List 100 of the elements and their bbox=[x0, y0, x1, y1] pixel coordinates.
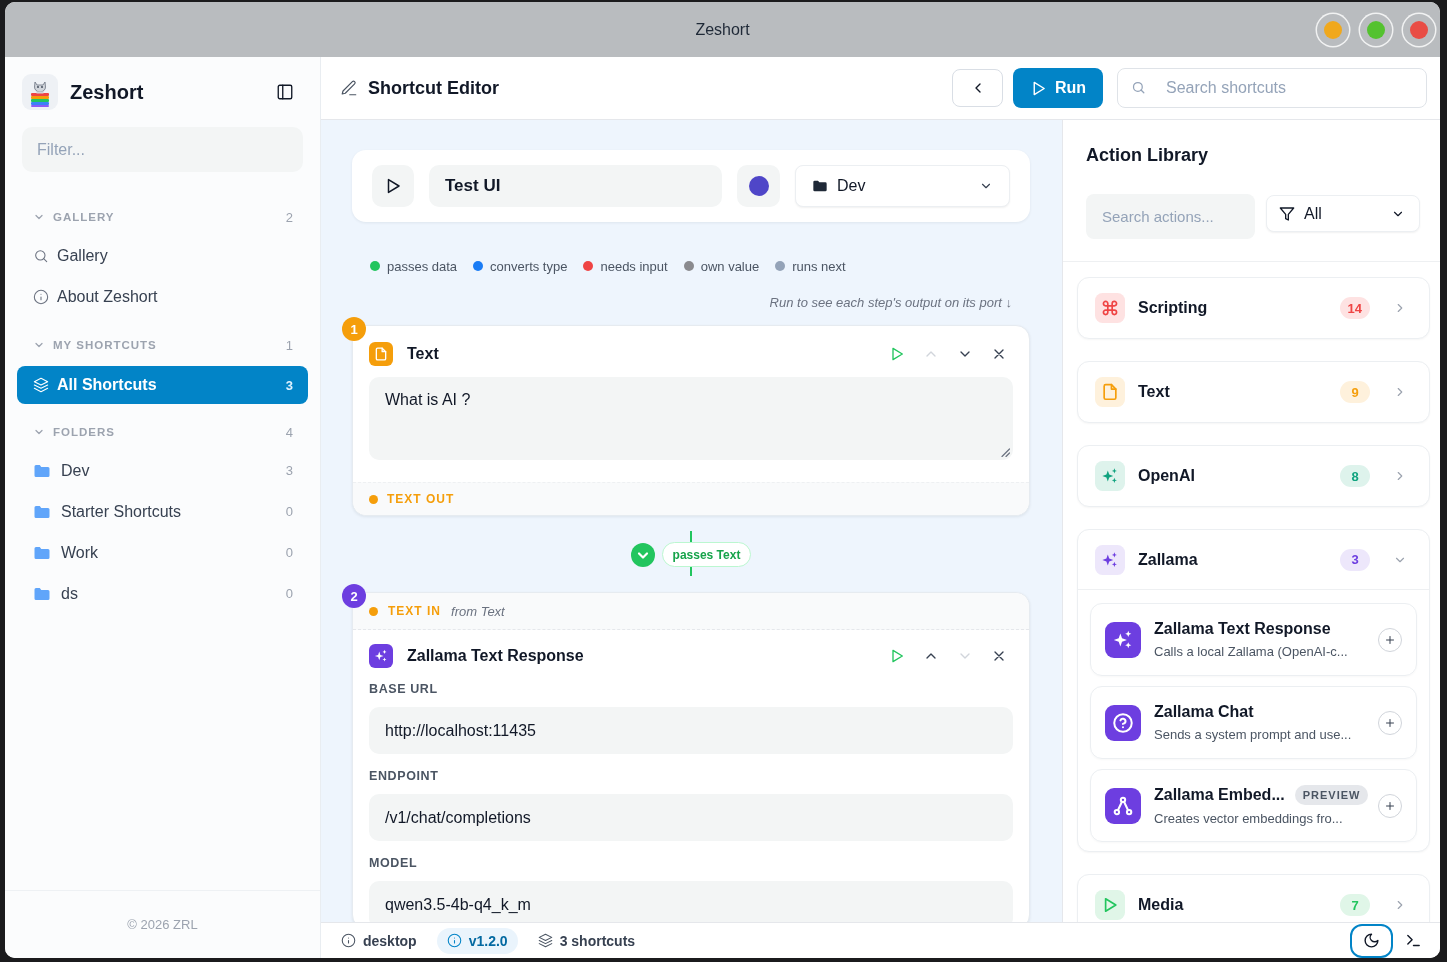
status-label: 3 shortcuts bbox=[559, 932, 636, 949]
item-count: 0 bbox=[285, 545, 293, 560]
sparkles-icon bbox=[369, 644, 393, 668]
preview-tag: PREVIEW bbox=[1294, 785, 1369, 805]
text-area[interactable]: What is AI ? bbox=[369, 377, 1013, 460]
play-icon bbox=[889, 648, 905, 664]
item-count: 3 bbox=[285, 377, 293, 393]
color-picker-button[interactable] bbox=[737, 165, 780, 207]
layers-icon bbox=[537, 933, 553, 948]
action-description: Sends a system prompt and use... bbox=[1154, 727, 1353, 742]
sparkles-icon bbox=[1095, 544, 1125, 575]
text-field[interactable]: /v1/chat/completions bbox=[369, 794, 1013, 841]
category-count: 9 bbox=[1340, 381, 1370, 403]
question-icon bbox=[1105, 704, 1141, 741]
folder-dropdown[interactable]: Dev bbox=[795, 165, 1010, 207]
app-name: Zeshort bbox=[70, 80, 145, 104]
port-label: TEXT IN bbox=[388, 604, 441, 618]
legend-label: runs next bbox=[792, 258, 846, 274]
port-source: from Text bbox=[451, 603, 505, 619]
field-label: MODEL bbox=[369, 855, 419, 871]
category-header[interactable]: Scripting 14 bbox=[1078, 278, 1429, 338]
terminal-button[interactable] bbox=[1405, 932, 1422, 949]
search-field[interactable]: Search shortcuts bbox=[1117, 68, 1427, 108]
panel-title: Action Library bbox=[1086, 144, 1210, 167]
category-count: 8 bbox=[1340, 465, 1370, 487]
plus-icon bbox=[1384, 716, 1396, 729]
document-icon bbox=[369, 342, 393, 366]
section-count: 2 bbox=[285, 209, 293, 225]
filter-dropdown[interactable]: All bbox=[1266, 195, 1420, 232]
resize-grip-icon bbox=[1001, 448, 1010, 457]
document-icon bbox=[1095, 377, 1125, 407]
moon-icon bbox=[1363, 932, 1380, 949]
plus-icon bbox=[1384, 633, 1396, 646]
sidebar-item[interactable]: About Zeshort bbox=[5, 276, 320, 317]
category-header[interactable]: Text 9 bbox=[1078, 362, 1429, 422]
name-field[interactable]: Test UI bbox=[429, 165, 722, 207]
layers-icon bbox=[33, 377, 49, 393]
hint-text: Run to see each step's output on its port ↓ bbox=[769, 295, 1012, 311]
category-count: 7 bbox=[1340, 894, 1370, 916]
legend-label: converts type bbox=[490, 258, 568, 274]
category-header[interactable]: Media 7 bbox=[1078, 875, 1429, 922]
play-button[interactable] bbox=[372, 165, 414, 207]
folder-icon bbox=[812, 178, 828, 194]
port-label: TEXT OUT bbox=[387, 492, 455, 506]
step-number: 2 bbox=[342, 584, 366, 608]
section-count: 1 bbox=[285, 337, 293, 353]
window-title: Zeshort bbox=[695, 20, 750, 39]
command-icon bbox=[1095, 293, 1125, 323]
action-name: Zallama Chat bbox=[1154, 703, 1254, 721]
page-title: Shortcut Editor bbox=[368, 77, 500, 99]
plus-icon bbox=[1384, 799, 1396, 812]
action-description: Creates vector embeddings fro... bbox=[1154, 811, 1344, 826]
field-label: BASE URL bbox=[369, 681, 439, 697]
filter-field[interactable]: Filter... bbox=[22, 127, 303, 172]
sidebar-item[interactable]: ds 0 bbox=[5, 573, 320, 614]
sidebar-item[interactable]: Gallery bbox=[5, 235, 320, 276]
action-card[interactable]: Zallama Chat Sends a system prompt and use... bbox=[1090, 686, 1417, 759]
theme-toggle-button[interactable] bbox=[1350, 923, 1393, 958]
connector-label: passes Text bbox=[661, 542, 752, 567]
legend-label: needs input bbox=[600, 258, 668, 274]
status-label: desktop bbox=[363, 932, 417, 949]
sidebar-item[interactable]: All Shortcuts 3 bbox=[17, 366, 308, 404]
run-step-button[interactable] bbox=[889, 648, 905, 664]
run-step-button[interactable] bbox=[889, 346, 905, 362]
nodes-icon bbox=[1105, 787, 1141, 824]
status-label: v1.2.0 bbox=[468, 932, 508, 949]
action-description: Calls a local Zallama (OpenAI-c... bbox=[1154, 644, 1349, 659]
sidebar-item[interactable]: Starter Shortcuts 0 bbox=[5, 491, 320, 532]
item-count: 3 bbox=[285, 463, 293, 478]
text-field[interactable]: http://localhost:11435 bbox=[369, 707, 1013, 754]
terminal-icon bbox=[1405, 932, 1422, 949]
search-field[interactable]: Search actions... bbox=[1086, 194, 1255, 239]
sidebar-toggle-button[interactable] bbox=[276, 83, 294, 101]
legend-label: passes data bbox=[387, 258, 458, 274]
back-button[interactable] bbox=[952, 69, 1003, 107]
info-icon bbox=[33, 288, 49, 305]
info-icon bbox=[446, 933, 462, 948]
logo-icon bbox=[22, 74, 58, 110]
step-title: Text bbox=[407, 345, 440, 363]
category-header[interactable]: OpenAI 8 bbox=[1078, 446, 1429, 506]
category-header[interactable]: Zallama 3 bbox=[1078, 530, 1429, 590]
action-card[interactable]: Zallama Text Response Calls a local Zallama (OpenAI-c... bbox=[1090, 603, 1417, 676]
section-title: MY SHORTCUTS bbox=[53, 339, 158, 351]
section-title: FOLDERS bbox=[53, 426, 116, 438]
search-icon bbox=[33, 247, 49, 264]
copyright-text: © 2026 ZRL bbox=[127, 917, 198, 932]
field-label: ENDPOINT bbox=[369, 768, 440, 784]
step-title: Zallama Text Response bbox=[407, 647, 585, 665]
action-card[interactable]: Zallama Embed... PREVIEW Creates vector embeddings fro... bbox=[1090, 769, 1417, 842]
category-count: 3 bbox=[1340, 548, 1370, 571]
legend-label: own value bbox=[700, 258, 760, 274]
run-button[interactable]: Run bbox=[1013, 68, 1103, 108]
sidebar-icon bbox=[276, 83, 294, 101]
filter-icon bbox=[1279, 205, 1295, 222]
text-field[interactable]: qwen3.5-4b-q4_k_m bbox=[369, 881, 1013, 922]
port-dot-icon bbox=[369, 606, 378, 616]
sidebar-item[interactable]: Work 0 bbox=[5, 532, 320, 573]
port-dot-icon bbox=[369, 494, 378, 504]
action-name: Zallama Text Response bbox=[1154, 620, 1331, 638]
sidebar-item[interactable]: Dev 3 bbox=[5, 450, 320, 491]
